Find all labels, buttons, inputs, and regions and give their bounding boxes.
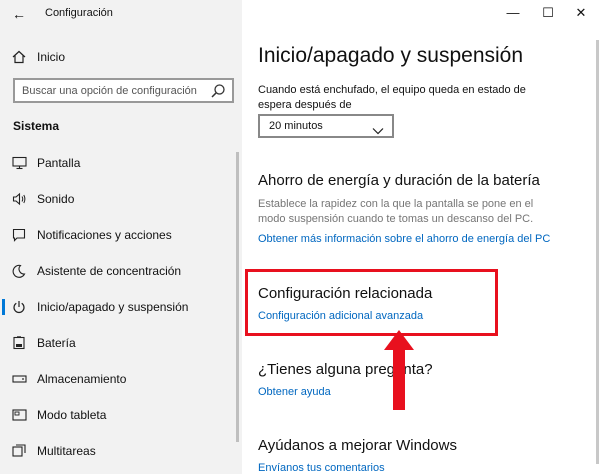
sleep-timeout-value: 20 minutos <box>269 120 323 132</box>
battery-saver-description: Establece la rapidez con la que la panta… <box>258 198 534 225</box>
home-icon <box>11 49 27 65</box>
sidebar-item-concentracion[interactable]: Asistente de concentración <box>0 253 242 289</box>
sidebar-item-label: Multitareas <box>37 444 96 458</box>
sidebar-item-label: Notificaciones y acciones <box>37 228 172 242</box>
content-scrollbar[interactable] <box>596 40 599 464</box>
notifications-icon <box>11 227 27 243</box>
sidebar-item-label: Sonido <box>37 192 75 206</box>
sidebar-scrollbar[interactable] <box>236 152 239 442</box>
chevron-down-icon <box>372 122 384 135</box>
multitask-icon <box>11 443 27 459</box>
sidebar: Inicio Buscar una opción de configuració… <box>0 0 242 474</box>
battery-info-link[interactable]: Obtener más información sobre el ahorro … <box>258 233 550 245</box>
search-icon[interactable] <box>210 83 226 99</box>
get-help-link[interactable]: Obtener ayuda <box>258 386 331 398</box>
battery-saver-heading: Ahorro de energía y duración de la bater… <box>258 172 540 189</box>
sidebar-item-multitareas[interactable]: Multitareas <box>0 433 242 469</box>
sidebar-item-notificaciones[interactable]: Notificaciones y acciones <box>0 217 242 253</box>
related-settings-heading: Configuración relacionada <box>258 285 433 302</box>
sidebar-item-label: Modo tableta <box>37 408 107 422</box>
sidebar-item-bateria[interactable]: Batería <box>0 325 242 361</box>
plugged-in-sleep-label: Cuando está enchufado, el equipo queda e… <box>258 84 526 111</box>
sidebar-item-label: Inicio/apagado y suspensión <box>37 300 189 314</box>
home-nav-item[interactable]: Inicio <box>0 44 242 70</box>
send-feedback-link[interactable]: Envíanos tus comentarios <box>258 462 385 474</box>
close-button[interactable]: ✕ <box>566 2 596 24</box>
tablet-icon <box>11 407 27 423</box>
display-icon <box>11 155 27 171</box>
sleep-timeout-dropdown[interactable]: 20 minutos <box>258 114 394 138</box>
window-title: Configuración <box>45 7 113 19</box>
search-input[interactable]: Buscar una opción de configuración <box>13 78 234 103</box>
power-icon <box>11 299 27 315</box>
sidebar-item-inicio-apagado[interactable]: Inicio/apagado y suspensión <box>0 289 242 325</box>
sidebar-item-pantalla[interactable]: Pantalla <box>0 145 242 181</box>
sidebar-item-label: Almacenamiento <box>37 372 127 386</box>
sidebar-item-label: Batería <box>37 336 76 350</box>
main-content: Inicio/apagado y suspensión Cuando está … <box>242 28 600 474</box>
battery-icon <box>11 335 27 351</box>
sidebar-item-almacenamiento[interactable]: Almacenamiento <box>0 361 242 397</box>
settings-window: Inicio Buscar una opción de configuració… <box>0 0 600 474</box>
minimize-button[interactable]: — <box>498 2 528 24</box>
storage-icon <box>11 371 27 387</box>
maximize-button[interactable]: ☐ <box>533 2 563 24</box>
sidebar-item-label: Asistente de concentración <box>37 264 182 278</box>
nav-list: Pantalla Sonido Notificaciones y accione… <box>0 145 242 469</box>
back-button[interactable]: ← <box>8 4 30 24</box>
section-title: Sistema <box>13 119 60 133</box>
question-heading: ¿Tienes alguna pregunta? <box>258 361 433 378</box>
sidebar-item-sonido[interactable]: Sonido <box>0 181 242 217</box>
title-bar: ← Configuración — ☐ ✕ <box>0 0 600 28</box>
sidebar-item-label: Pantalla <box>37 156 81 170</box>
advanced-power-settings-link[interactable]: Configuración adicional avanzada <box>258 310 423 322</box>
moon-icon <box>11 263 27 279</box>
page-title: Inicio/apagado y suspensión <box>258 44 524 67</box>
speaker-icon <box>11 191 27 207</box>
improve-windows-heading: Ayúdanos a mejorar Windows <box>258 437 457 454</box>
home-label: Inicio <box>37 50 66 64</box>
sidebar-item-modo-tableta[interactable]: Modo tableta <box>0 397 242 433</box>
search-placeholder: Buscar una opción de configuración <box>22 84 197 97</box>
back-arrow-icon: ← <box>12 6 26 22</box>
